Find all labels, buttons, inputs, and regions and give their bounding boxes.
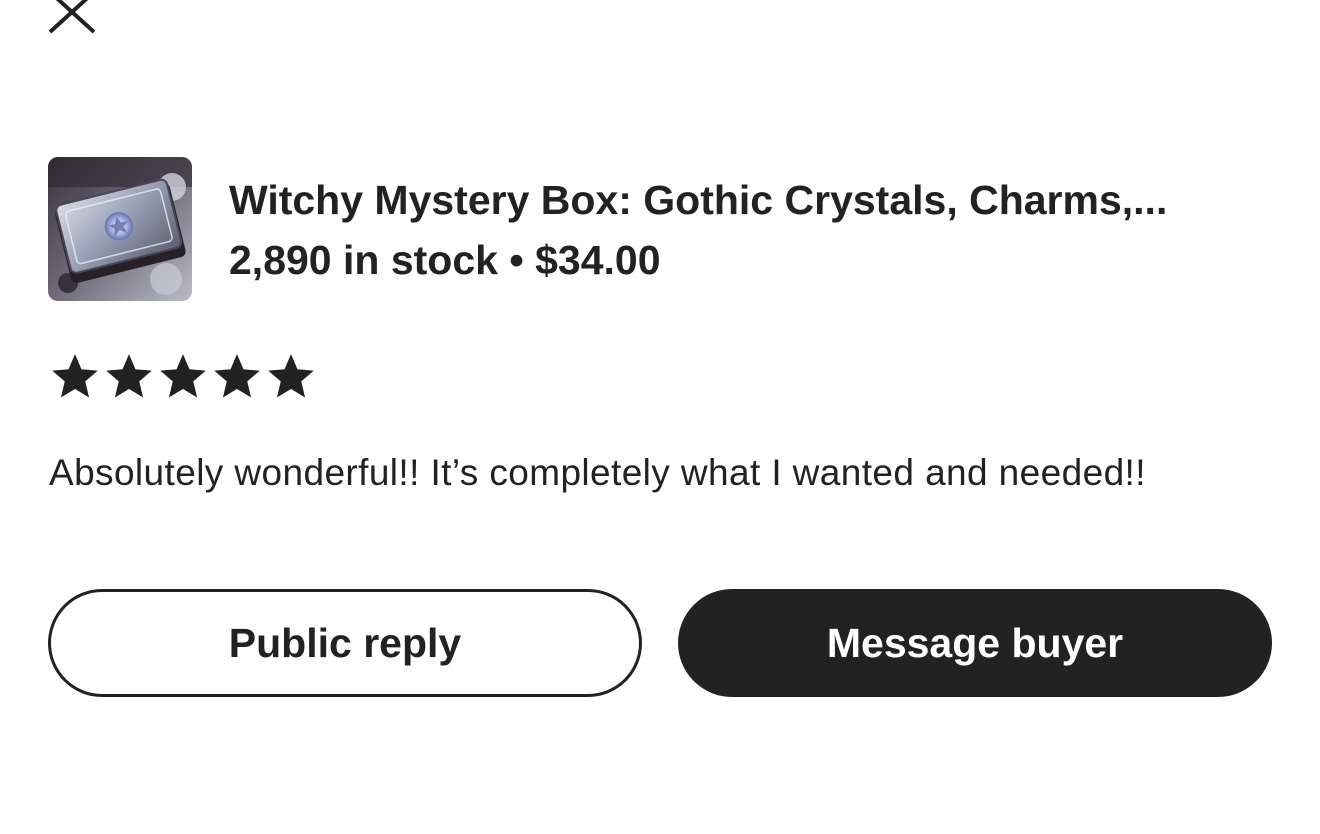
close-button[interactable] <box>44 0 100 36</box>
product-summary: Witchy Mystery Box: Gothic Crystals, Cha… <box>48 157 1278 301</box>
public-reply-button[interactable]: Public reply <box>48 589 642 697</box>
product-thumbnail-image <box>48 157 192 301</box>
star-icon <box>52 354 98 398</box>
star-icon <box>214 354 260 398</box>
public-reply-label: Public reply <box>228 619 462 666</box>
star-icon <box>160 354 206 398</box>
review-text: Absolutely wonderful!! It’s completely w… <box>49 452 1146 493</box>
product-title[interactable]: Witchy Mystery Box: Gothic Crystals, Cha… <box>229 175 1279 225</box>
star-icon <box>106 354 152 398</box>
star-rating <box>50 350 316 404</box>
price: $34.00 <box>535 237 661 283</box>
star-icon <box>268 354 314 398</box>
close-icon <box>48 0 96 34</box>
message-buyer-button[interactable]: Message buyer <box>678 589 1272 697</box>
meta-separator: • <box>509 237 524 283</box>
product-thumbnail[interactable] <box>48 157 192 301</box>
stock-count: 2,890 in stock <box>229 237 498 283</box>
message-buyer-label: Message buyer <box>826 619 1124 666</box>
product-stock-price: 2,890 in stock • $34.00 <box>229 235 661 285</box>
